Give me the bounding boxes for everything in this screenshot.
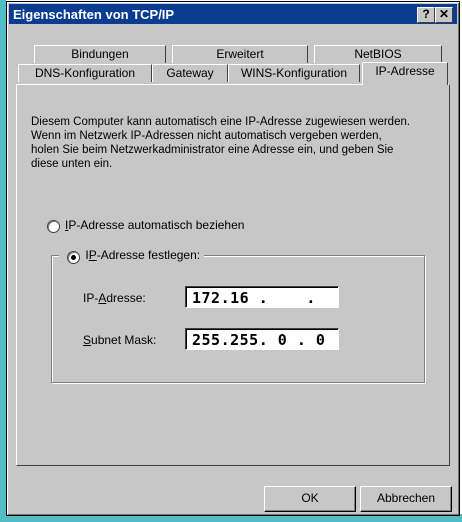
tab-netbios[interactable]: NetBIOS (314, 45, 442, 63)
manual-ip-groupbox (51, 255, 425, 383)
ok-button[interactable]: OK (264, 486, 356, 512)
tab-erweitert[interactable]: Erweitert (172, 45, 308, 63)
tab-bindungen[interactable]: Bindungen (34, 45, 166, 63)
tab-ip-adresse[interactable]: IP-Adresse (362, 62, 448, 85)
subnet-mask-label: Subnet Mask: (83, 333, 157, 347)
ip-address-label: IP-Adresse: (83, 291, 146, 305)
close-button[interactable]: ✕ (435, 7, 453, 23)
cancel-button[interactable]: Abbrechen (360, 486, 452, 512)
title-bar[interactable]: Eigenschaften von TCP/IP ? ✕ (9, 4, 457, 24)
help-button[interactable]: ? (417, 7, 435, 23)
description-text: Diesem Computer kann automatisch eine IP… (31, 116, 411, 170)
tab-dns-konfiguration[interactable]: DNS-Konfiguration (18, 64, 152, 82)
manual-ip-legend: IP-Adresse festlegen: (59, 247, 205, 265)
window-title: Eigenschaften von TCP/IP (13, 7, 175, 22)
auto-ip-radio[interactable] (47, 220, 60, 233)
subnet-mask-input[interactable]: 255.255. 0 . 0 (185, 328, 339, 350)
ip-address-input[interactable]: 172.16 . . (185, 286, 339, 308)
manual-ip-label[interactable]: IP-Adresse festlegen: (85, 248, 200, 262)
ip-address-panel: Diesem Computer kann automatisch eine IP… (16, 84, 450, 466)
tab-gateway[interactable]: Gateway (152, 64, 228, 82)
tab-wins-konfiguration[interactable]: WINS-Konfiguration (228, 64, 360, 82)
auto-ip-label[interactable]: IP-Adresse automatisch beziehen (65, 218, 244, 232)
